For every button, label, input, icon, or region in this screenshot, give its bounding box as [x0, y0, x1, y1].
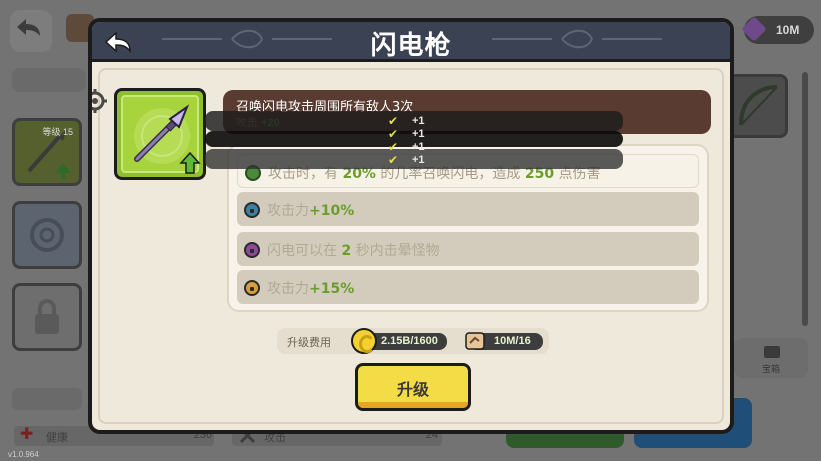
background-scrollbar — [802, 72, 808, 326]
attack-bonus-value: +20 — [261, 117, 280, 129]
chest-icon — [764, 346, 780, 358]
gem-amount: 10M — [776, 23, 800, 37]
health-icon: ✚ — [20, 426, 34, 443]
upgrade-cost-bar: 升级费用 2.15B/1600 10M/16 — [277, 328, 549, 354]
coin-cost: 2.15B/1600 — [381, 335, 438, 347]
background-tab — [12, 68, 86, 92]
background-empty-slot — [12, 201, 82, 269]
stat-health-label: 健康 — [46, 432, 68, 444]
upgrade-button-label: 升级 — [396, 380, 429, 399]
upgrade-arrow-icon — [179, 151, 201, 174]
chest-button-label: 宝箱 — [762, 364, 781, 374]
weapon-description-box: 召唤闪电攻击周围所有敌人3次 攻击 +20 — [223, 90, 711, 134]
lock-icon — [35, 299, 59, 334]
dialog-header: 闪电枪 — [92, 22, 730, 62]
skill-item: 闪电可以在 2 秒内击晕怪物 — [237, 232, 699, 266]
skill-item: 攻击力+15% — [237, 270, 699, 304]
lock-icon — [244, 202, 260, 218]
lock-icon — [244, 242, 260, 258]
weapon-level-label: 等级 15 — [42, 127, 73, 137]
gem-icon — [741, 16, 767, 42]
gear-icon[interactable] — [88, 88, 108, 114]
skill-item: 攻击力+10% — [237, 192, 699, 226]
background-locked-slot — [12, 283, 82, 351]
version-label: v1.0.964 — [8, 450, 39, 459]
gem-counter: 10M — [741, 16, 814, 44]
weapon-attack-bonus: 攻击 +20 — [236, 114, 280, 130]
target-icon — [30, 218, 64, 252]
background-back-button — [10, 10, 52, 52]
attack-bonus-label: 攻击 — [236, 117, 258, 129]
background-bow-card — [728, 74, 788, 138]
bow-icon — [739, 85, 778, 126]
coin-icon — [351, 328, 377, 354]
scroll-icon — [465, 332, 485, 350]
scroll-cost: 10M/16 — [494, 335, 531, 347]
lock-icon — [244, 280, 260, 296]
background-chest-button: 宝箱 — [734, 338, 808, 378]
skill-text: 闪电可以在 2 秒内击晕怪物 — [267, 243, 440, 259]
skill-text: 攻击力+15% — [267, 281, 355, 297]
weapon-description: 召唤闪电攻击周围所有敌人3次 — [236, 100, 414, 115]
dialog-title: 闪电枪 — [370, 31, 452, 61]
background-bar — [12, 388, 82, 410]
weapon-card — [114, 88, 206, 180]
upgrade-cost-label: 升级费用 — [287, 336, 331, 349]
unlocked-dot-icon — [245, 165, 261, 181]
skill-list: 攻击时，有 20% 的几率召唤闪电，造成 250 点伤害 攻击力+10% 闪电可… — [227, 144, 709, 312]
upgrade-button[interactable]: 升级 — [355, 363, 471, 411]
skill-text: 攻击力+10% — [267, 203, 355, 219]
skill-text: 攻击时，有 20% 的几率召唤闪电，造成 250 点伤害 — [268, 166, 601, 182]
skill-item: 攻击时，有 20% 的几率召唤闪电，造成 250 点伤害 — [237, 154, 699, 188]
weapon-upgrade-dialog: 闪电枪 召唤闪电攻击周围所有敌人3次 攻击 +20 攻击时，有 20% 的几率召… — [88, 18, 734, 434]
background-weapon-slot: 等级 15 — [12, 118, 82, 186]
